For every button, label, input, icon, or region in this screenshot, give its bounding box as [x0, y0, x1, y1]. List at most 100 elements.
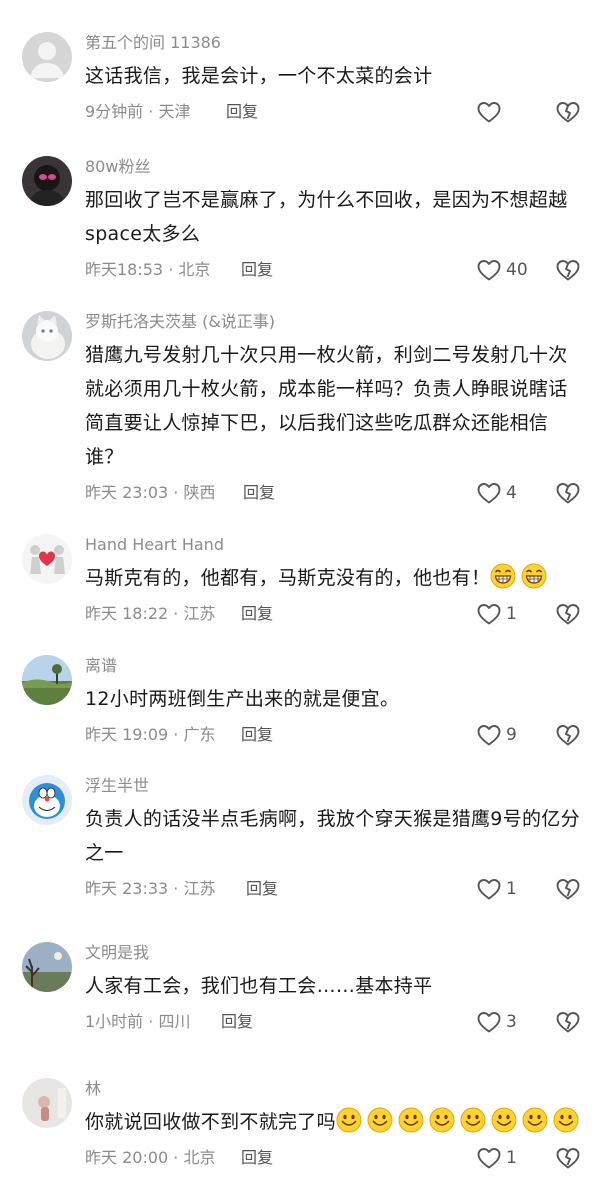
- heart-icon: [476, 601, 502, 627]
- like-button[interactable]: 1: [472, 1141, 517, 1175]
- comment-text: 马斯克有的，他都有，马斯克没有的，他也有！: [85, 561, 585, 595]
- heart-icon: [476, 1009, 502, 1035]
- broken-heart-icon[interactable]: [555, 1145, 581, 1171]
- like-button[interactable]: 40: [472, 253, 528, 287]
- comment-text: 这话我信，我是会计，一个不太菜的会计: [85, 59, 585, 93]
- comment-text: 12小时两班倒生产出来的就是便宜。: [85, 682, 585, 716]
- smile-emoji-icon: [429, 1107, 455, 1133]
- user-avatar[interactable]: [22, 534, 72, 584]
- comment-text-content: 那回收了岂不是赢麻了，为什么不回收，是因为不想超越space太多么: [85, 189, 568, 245]
- heart-icon: [476, 99, 502, 125]
- comment-feed: 第五个的间 11386 这话我信，我是会计，一个不太菜的会计 9分钟前 · 天津…: [0, 0, 600, 1200]
- smile-emoji-icon: [522, 1107, 548, 1133]
- timestamp-location: 1小时前 · 四川: [85, 1012, 191, 1031]
- username[interactable]: 离谱: [85, 655, 585, 677]
- smile-emoji-icon: [491, 1107, 517, 1133]
- comment-meta: 昨天 23:33 · 江苏 回复 1: [85, 872, 585, 906]
- like-button[interactable]: [472, 95, 506, 129]
- username[interactable]: Hand Heart Hand: [85, 534, 585, 556]
- like-count: 1: [506, 1148, 517, 1168]
- heart-icon: [476, 1145, 502, 1171]
- username[interactable]: 文明是我: [85, 942, 585, 964]
- like-count: 9: [506, 725, 517, 745]
- reply-button[interactable]: 回复: [241, 253, 273, 287]
- smile-emoji-icon: [398, 1107, 424, 1133]
- timestamp-location: 昨天 19:09 · 广东: [85, 725, 216, 744]
- like-count: 1: [506, 604, 517, 624]
- like-button[interactable]: 1: [472, 597, 517, 631]
- comment-text: 你就说回收做不到不就完了吗: [85, 1105, 585, 1139]
- user-avatar[interactable]: [22, 655, 72, 705]
- timestamp-location: 昨天 23:03 · 陕西: [85, 483, 216, 502]
- timestamp-location: 昨天 23:33 · 江苏: [85, 879, 216, 898]
- broken-heart-icon[interactable]: [555, 722, 581, 748]
- comment-text-content: 12小时两班倒生产出来的就是便宜。: [85, 688, 400, 710]
- timestamp-location: 昨天 20:00 · 北京: [85, 1148, 216, 1167]
- smile-emoji-icon: [336, 1107, 362, 1133]
- comment-text-content: 猎鹰九号发射几十次只用一枚火箭，利剑二号发射几十次就必须用几十枚火箭，成本能一样…: [85, 344, 568, 468]
- user-avatar[interactable]: [22, 1078, 72, 1128]
- comment-meta: 昨天 19:09 · 广东 回复 9: [85, 718, 585, 752]
- broken-heart-icon[interactable]: [555, 876, 581, 902]
- like-button[interactable]: 4: [472, 476, 517, 510]
- like-count: 40: [506, 260, 528, 280]
- username[interactable]: 林: [85, 1078, 585, 1100]
- comment-text: 那回收了岂不是赢麻了，为什么不回收，是因为不想超越space太多么: [85, 183, 585, 251]
- comment-text: 人家有工会，我们也有工会……基本持平: [85, 969, 585, 1003]
- reply-button[interactable]: 回复: [226, 95, 258, 129]
- smile-emoji-icon: [367, 1107, 393, 1133]
- user-avatar[interactable]: [22, 311, 72, 361]
- grin-emoji-icon: [521, 563, 547, 589]
- comment-text-content: 人家有工会，我们也有工会……基本持平: [85, 975, 433, 997]
- heart-icon: [476, 480, 502, 506]
- like-button[interactable]: 1: [472, 872, 517, 906]
- comment-text-content: 马斯克有的，他都有，马斯克没有的，他也有！: [85, 567, 491, 589]
- comment-meta: 9分钟前 · 天津 回复: [85, 95, 585, 129]
- comment-meta: 昨天18:53 · 北京 回复 40: [85, 253, 585, 287]
- like-count: 4: [506, 483, 517, 503]
- reply-button[interactable]: 回复: [241, 597, 273, 631]
- comment-text-content: 这话我信，我是会计，一个不太菜的会计: [85, 65, 433, 87]
- comment-text: 负责人的话没半点毛病啊，我放个穿天猴是猎鹰9号的亿分之一: [85, 802, 585, 870]
- broken-heart-icon[interactable]: [555, 601, 581, 627]
- like-button[interactable]: 9: [472, 718, 517, 752]
- username[interactable]: 80w粉丝: [85, 156, 585, 178]
- comment-text: 猎鹰九号发射几十次只用一枚火箭，利剑二号发射几十次就必须用几十枚火箭，成本能一样…: [85, 338, 585, 474]
- username[interactable]: 第五个的间 11386: [85, 32, 585, 54]
- smile-emoji-icon: [553, 1107, 579, 1133]
- username[interactable]: 罗斯托洛夫茨基 (&说正事): [85, 311, 585, 333]
- comment-text-content: 你就说回收做不到不就完了吗: [85, 1111, 336, 1133]
- comment-text-content: 负责人的话没半点毛病啊，我放个穿天猴是猎鹰9号的亿分之一: [85, 808, 580, 864]
- comment-meta: 昨天 20:00 · 北京 回复 1: [85, 1141, 585, 1175]
- broken-heart-icon[interactable]: [555, 1009, 581, 1035]
- reply-button[interactable]: 回复: [221, 1005, 253, 1039]
- broken-heart-icon[interactable]: [555, 480, 581, 506]
- emoji-list: [490, 563, 552, 589]
- user-avatar[interactable]: [22, 775, 72, 825]
- like-button[interactable]: 3: [472, 1005, 517, 1039]
- like-count: 1: [506, 879, 517, 899]
- broken-heart-icon[interactable]: [555, 257, 581, 283]
- heart-icon: [476, 257, 502, 283]
- grin-emoji-icon: [490, 563, 516, 589]
- reply-button[interactable]: 回复: [241, 718, 273, 752]
- user-avatar[interactable]: [22, 942, 72, 992]
- comment-meta: 昨天 18:22 · 江苏 回复 1: [85, 597, 585, 631]
- reply-button[interactable]: 回复: [243, 476, 275, 510]
- emoji-list: [336, 1107, 584, 1133]
- username[interactable]: 浮生半世: [85, 775, 585, 797]
- user-avatar[interactable]: [22, 32, 72, 82]
- heart-icon: [476, 876, 502, 902]
- reply-button[interactable]: 回复: [241, 1141, 273, 1175]
- like-count: 3: [506, 1012, 517, 1032]
- comment-meta: 昨天 23:03 · 陕西 回复 4: [85, 476, 585, 510]
- smile-emoji-icon: [460, 1107, 486, 1133]
- timestamp-location: 昨天 18:22 · 江苏: [85, 604, 216, 623]
- comment-meta: 1小时前 · 四川 回复 3: [85, 1005, 585, 1039]
- reply-button[interactable]: 回复: [246, 872, 278, 906]
- timestamp-location: 9分钟前 · 天津: [85, 102, 191, 121]
- broken-heart-icon[interactable]: [555, 99, 581, 125]
- timestamp-location: 昨天18:53 · 北京: [85, 260, 211, 279]
- user-avatar[interactable]: [22, 156, 72, 206]
- heart-icon: [476, 722, 502, 748]
